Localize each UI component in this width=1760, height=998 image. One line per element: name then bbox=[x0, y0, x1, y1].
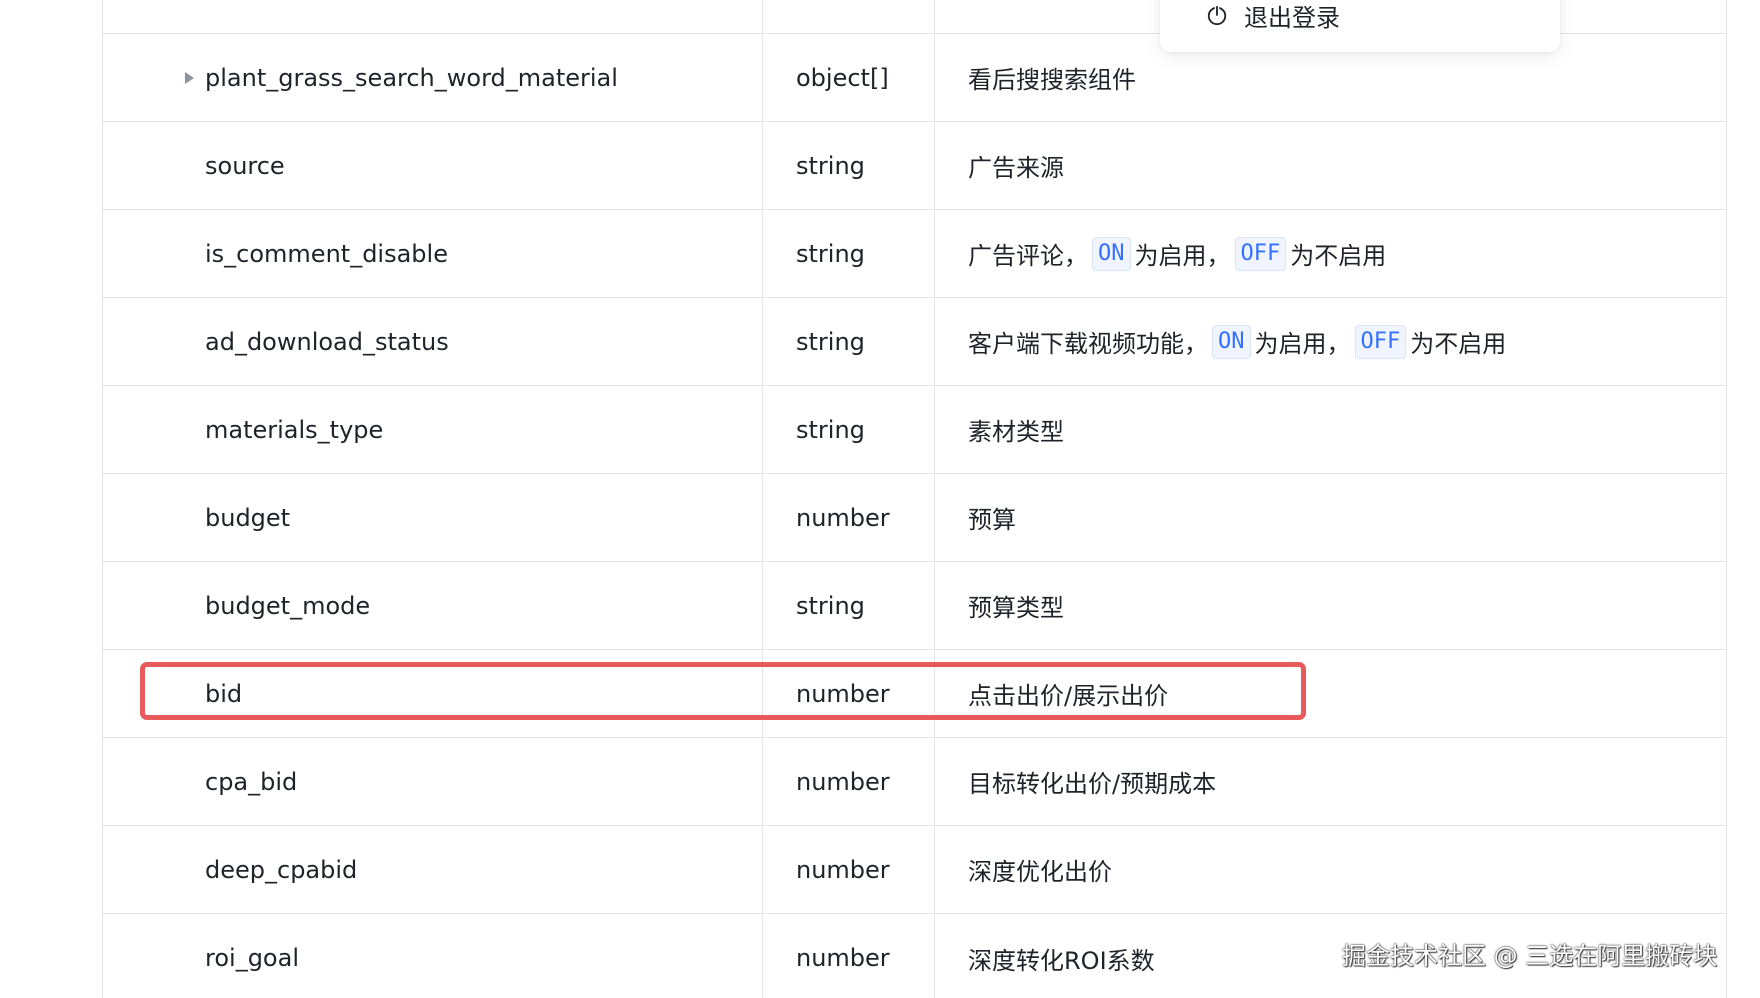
param-name-cell: cpa_bid bbox=[103, 738, 763, 825]
param-desc-cell: 点击出价/展示出价 bbox=[935, 650, 1726, 737]
param-desc-cell: 素材类型 bbox=[935, 386, 1726, 473]
param-type: string bbox=[796, 239, 865, 268]
param-type-cell: object[] bbox=[763, 34, 935, 121]
desc-text: 为启用， bbox=[1254, 330, 1351, 358]
table-row: ad_download_status string 客户端下载视频功能， ON … bbox=[103, 298, 1726, 386]
param-desc: 深度优化出价 bbox=[968, 858, 1112, 886]
param-name: roi_goal bbox=[205, 944, 299, 972]
param-desc-cell: 广告来源 bbox=[935, 122, 1726, 209]
param-desc-cell: 客户端下载视频功能， ON 为启用， OFF 为不启用 bbox=[935, 298, 1726, 385]
desc-text: 为不启用 bbox=[1410, 330, 1507, 358]
param-type: string bbox=[796, 591, 865, 620]
param-name: bid bbox=[205, 679, 243, 708]
param-name-cell: deep_cpabid bbox=[103, 826, 763, 913]
table-row: materials_type string 素材类型 bbox=[103, 386, 1726, 474]
logout-menu-item[interactable]: 退出登录 bbox=[1206, 0, 1340, 32]
table-row: deep_cpabid number 深度优化出价 bbox=[103, 826, 1726, 914]
param-type: string bbox=[796, 415, 865, 444]
doc-page: plant_grass_search_word_material object[… bbox=[0, 0, 1760, 998]
param-desc: 素材类型 bbox=[968, 418, 1064, 446]
param-name: deep_cpabid bbox=[205, 855, 358, 884]
code-tag-on: ON bbox=[1212, 324, 1251, 359]
param-desc: 预算类型 bbox=[968, 594, 1064, 622]
watermark: 掘金技术社区 @ 三选在阿里搬砖块 bbox=[1342, 942, 1718, 970]
param-type-cell: number bbox=[763, 826, 935, 913]
code-tag-on: ON bbox=[1092, 236, 1131, 271]
table-row: source string 广告来源 bbox=[103, 122, 1726, 210]
param-name: materials_type bbox=[205, 415, 384, 444]
param-desc: 目标转化出价/预期成本 bbox=[968, 770, 1217, 798]
param-desc-cell: 预算 bbox=[935, 474, 1726, 561]
param-name: ad_download_status bbox=[205, 327, 449, 356]
param-type-cell: number bbox=[763, 650, 935, 737]
account-dropdown: 退出登录 bbox=[1160, 0, 1560, 52]
table-row: budget number 预算 bbox=[103, 474, 1726, 562]
param-desc: 预算 bbox=[968, 506, 1016, 534]
param-type-cell bbox=[763, 0, 935, 33]
param-type: number bbox=[796, 503, 890, 532]
code-tag-off: OFF bbox=[1354, 324, 1407, 359]
param-name: budget_mode bbox=[205, 591, 371, 620]
desc-text: 客户端下载视频功能， bbox=[968, 330, 1208, 358]
param-desc-cell: 预算类型 bbox=[935, 562, 1726, 649]
param-type: string bbox=[796, 327, 865, 356]
param-desc: 看后搜搜索组件 bbox=[968, 66, 1136, 94]
desc-text: 广告评论， bbox=[968, 242, 1088, 270]
param-desc: 深度转化ROI系数 bbox=[968, 946, 1155, 975]
param-name-cell: ad_download_status bbox=[103, 298, 763, 385]
param-desc-cell: 目标转化出价/预期成本 bbox=[935, 738, 1726, 825]
desc-text: 为启用， bbox=[1134, 242, 1231, 270]
param-type: object[] bbox=[796, 63, 889, 92]
desc-text: 为不启用 bbox=[1290, 242, 1387, 270]
power-icon bbox=[1207, 5, 1227, 26]
param-desc-cell: 深度优化出价 bbox=[935, 826, 1726, 913]
param-type: string bbox=[796, 151, 865, 180]
param-name-cell: budget bbox=[103, 474, 763, 561]
param-name-cell: materials_type bbox=[103, 386, 763, 473]
param-type: number bbox=[796, 767, 890, 796]
params-table: plant_grass_search_word_material object[… bbox=[102, 0, 1727, 998]
param-type-cell: number bbox=[763, 738, 935, 825]
code-tag-off: OFF bbox=[1234, 236, 1287, 271]
param-type-cell: number bbox=[763, 474, 935, 561]
param-type-cell: string bbox=[763, 562, 935, 649]
param-name-cell: plant_grass_search_word_material bbox=[103, 34, 763, 121]
param-name-cell bbox=[103, 0, 763, 33]
table-row-bid: bid number 点击出价/展示出价 bbox=[103, 650, 1726, 738]
param-type: number bbox=[796, 679, 890, 708]
table-row: is_comment_disable string 广告评论， ON 为启用， … bbox=[103, 210, 1726, 298]
logout-label: 退出登录 bbox=[1244, 3, 1340, 32]
param-name: is_comment_disable bbox=[205, 239, 448, 268]
param-type-cell: number bbox=[763, 914, 935, 998]
table-row: cpa_bid number 目标转化出价/预期成本 bbox=[103, 738, 1726, 826]
param-type: number bbox=[796, 944, 890, 972]
param-name-cell: source bbox=[103, 122, 763, 209]
param-name-cell: bid bbox=[103, 650, 763, 737]
param-type: number bbox=[796, 855, 890, 884]
param-type-cell: string bbox=[763, 298, 935, 385]
table-row: budget_mode string 预算类型 bbox=[103, 562, 1726, 650]
param-name-cell: budget_mode bbox=[103, 562, 763, 649]
param-name-cell: is_comment_disable bbox=[103, 210, 763, 297]
param-name-cell: roi_goal bbox=[103, 914, 763, 998]
param-type-cell: string bbox=[763, 386, 935, 473]
param-name: budget bbox=[205, 503, 291, 532]
param-desc: 广告来源 bbox=[968, 154, 1064, 182]
param-type-cell: string bbox=[763, 122, 935, 209]
param-type-cell: string bbox=[763, 210, 935, 297]
param-name: plant_grass_search_word_material bbox=[205, 63, 618, 92]
param-desc: 点击出价/展示出价 bbox=[968, 682, 1169, 710]
param-name: source bbox=[205, 151, 285, 180]
param-name: cpa_bid bbox=[205, 767, 298, 796]
param-desc-cell: 广告评论， ON 为启用， OFF 为不启用 bbox=[935, 210, 1726, 297]
expand-caret-icon[interactable] bbox=[185, 71, 194, 84]
